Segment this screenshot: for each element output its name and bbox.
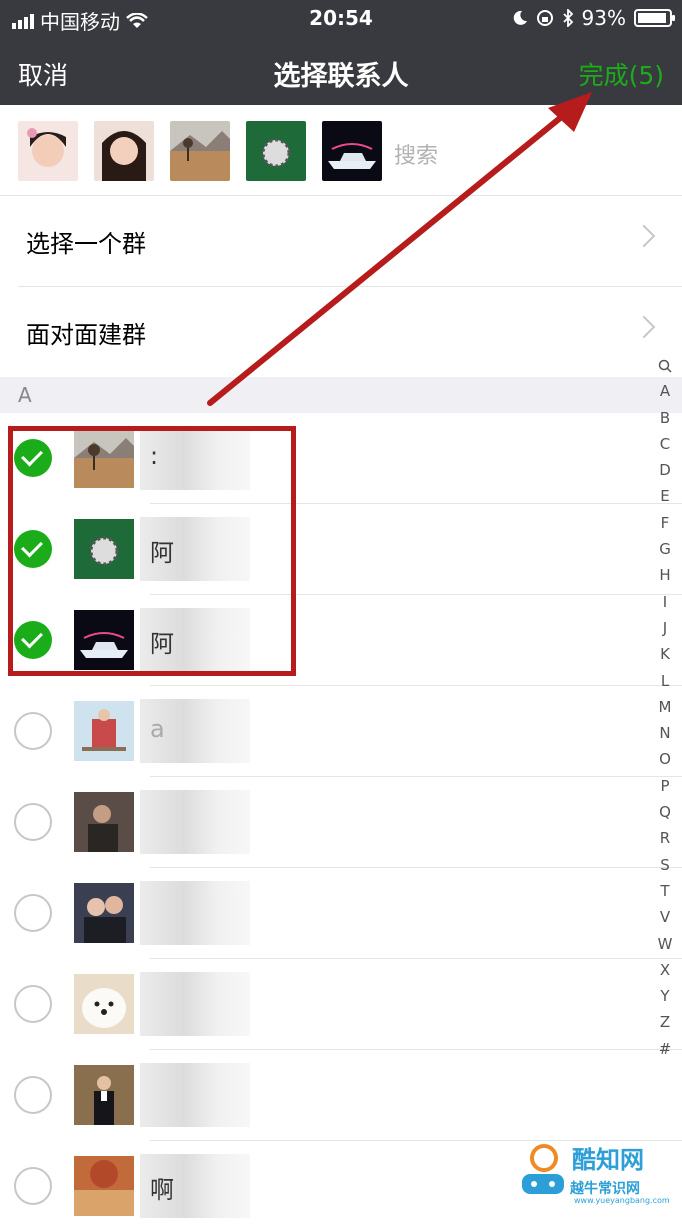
index-letter[interactable]: N bbox=[652, 720, 678, 746]
avatar bbox=[74, 883, 134, 943]
contact-name: 阿 bbox=[150, 539, 174, 567]
index-letter[interactable]: P bbox=[652, 773, 678, 799]
divider bbox=[150, 958, 682, 959]
index-letter[interactable]: X bbox=[652, 957, 678, 983]
search-icon bbox=[658, 359, 672, 373]
contact-name: : bbox=[150, 442, 159, 470]
avatar bbox=[74, 1156, 134, 1216]
index-letter[interactable]: S bbox=[652, 852, 678, 878]
avatar bbox=[74, 519, 134, 579]
contact-row[interactable]: : bbox=[0, 414, 682, 504]
checkbox-unchecked[interactable] bbox=[14, 894, 52, 932]
index-letter[interactable]: # bbox=[652, 1036, 678, 1062]
index-letter[interactable]: G bbox=[652, 536, 678, 562]
index-letter[interactable]: R bbox=[652, 825, 678, 851]
index-letter[interactable]: J bbox=[652, 615, 678, 641]
blurred-name bbox=[140, 881, 250, 945]
divider bbox=[150, 867, 682, 868]
bluetooth-icon bbox=[562, 9, 573, 27]
selected-avatar[interactable] bbox=[18, 121, 78, 181]
nav-bar: 取消 选择联系人 完成(5) bbox=[0, 36, 682, 105]
contact-row[interactable] bbox=[0, 778, 682, 868]
index-letter[interactable]: B bbox=[652, 405, 678, 431]
moon-icon bbox=[513, 10, 527, 25]
avatar bbox=[74, 1065, 134, 1125]
contact-row[interactable] bbox=[0, 869, 682, 959]
watermark-title: 酷知网 bbox=[572, 1146, 644, 1174]
index-letter[interactable]: L bbox=[652, 668, 678, 694]
index-letter[interactable]: A bbox=[652, 378, 678, 404]
avatar bbox=[74, 974, 134, 1034]
checkbox-unchecked[interactable] bbox=[14, 985, 52, 1023]
blurred-name bbox=[140, 790, 250, 854]
contact-name: 阿 bbox=[150, 630, 174, 658]
index-search-icon[interactable] bbox=[652, 352, 678, 378]
index-letter[interactable]: Z bbox=[652, 1009, 678, 1035]
index-letter[interactable]: M bbox=[652, 694, 678, 720]
index-letter[interactable]: O bbox=[652, 746, 678, 772]
face-to-face-group-row[interactable]: 面对面建群 bbox=[0, 287, 682, 377]
index-letter[interactable]: Y bbox=[652, 983, 678, 1009]
chevron-right-icon bbox=[632, 224, 656, 248]
done-button[interactable]: 完成(5) bbox=[579, 56, 664, 92]
alphabet-index[interactable]: A B C D E F G H I J K L M N O P Q R S T … bbox=[652, 352, 678, 1062]
selected-contacts-bar: 搜索 bbox=[0, 105, 682, 196]
menu-label: 面对面建群 bbox=[26, 321, 146, 349]
index-letter[interactable]: E bbox=[652, 483, 678, 509]
checkbox-checked[interactable] bbox=[14, 439, 52, 477]
divider bbox=[150, 776, 682, 777]
avatar bbox=[74, 701, 134, 761]
contact-row[interactable]: 阿 bbox=[0, 596, 682, 686]
divider bbox=[150, 594, 682, 595]
status-bar: 中国移动 20:54 93% bbox=[0, 0, 682, 36]
checkbox-unchecked[interactable] bbox=[14, 803, 52, 841]
index-letter[interactable]: K bbox=[652, 641, 678, 667]
contact-name: 啊 bbox=[150, 1176, 174, 1204]
index-letter[interactable]: C bbox=[652, 431, 678, 457]
selected-avatar[interactable] bbox=[322, 121, 382, 181]
checkbox-unchecked[interactable] bbox=[14, 1076, 52, 1114]
battery-icon bbox=[634, 9, 675, 27]
section-letter: A bbox=[18, 383, 32, 407]
avatar bbox=[74, 428, 134, 488]
index-letter[interactable]: H bbox=[652, 562, 678, 588]
watermark-subtitle: 越牛常识网 bbox=[570, 1181, 640, 1197]
selected-avatar[interactable] bbox=[246, 121, 306, 181]
index-letter[interactable]: D bbox=[652, 457, 678, 483]
index-letter[interactable]: I bbox=[652, 589, 678, 615]
section-header: A bbox=[0, 377, 682, 413]
watermark-url: www.yueyangbang.com bbox=[574, 1196, 670, 1205]
contact-name: a bbox=[150, 715, 165, 743]
watermark-logo: 酷知网 越牛常识网 www.yueyangbang.com bbox=[514, 1138, 674, 1205]
search-input[interactable]: 搜索 bbox=[394, 138, 438, 170]
avatar bbox=[74, 610, 134, 670]
index-letter[interactable]: W bbox=[652, 931, 678, 957]
battery-percent: 93% bbox=[581, 6, 626, 30]
index-letter[interactable]: V bbox=[652, 904, 678, 930]
blurred-name bbox=[140, 1063, 250, 1127]
contact-row[interactable] bbox=[0, 960, 682, 1050]
selected-avatar[interactable] bbox=[94, 121, 154, 181]
robot-logo-icon bbox=[522, 1144, 564, 1194]
divider bbox=[150, 1049, 682, 1050]
blurred-name bbox=[140, 972, 250, 1036]
divider bbox=[150, 685, 682, 686]
select-group-row[interactable]: 选择一个群 bbox=[0, 196, 682, 286]
checkbox-unchecked[interactable] bbox=[14, 1167, 52, 1205]
contact-row[interactable]: a bbox=[0, 687, 682, 777]
contact-row[interactable] bbox=[0, 1051, 682, 1141]
checkbox-checked[interactable] bbox=[14, 530, 52, 568]
avatar bbox=[74, 792, 134, 852]
checkbox-unchecked[interactable] bbox=[14, 712, 52, 750]
divider bbox=[150, 503, 682, 504]
contact-row[interactable]: 阿 bbox=[0, 505, 682, 595]
selected-avatar[interactable] bbox=[170, 121, 230, 181]
index-letter[interactable]: Q bbox=[652, 799, 678, 825]
index-letter[interactable]: F bbox=[652, 510, 678, 536]
rotation-lock-icon bbox=[536, 10, 553, 26]
index-letter[interactable]: T bbox=[652, 878, 678, 904]
checkbox-checked[interactable] bbox=[14, 621, 52, 659]
menu-label: 选择一个群 bbox=[26, 230, 146, 258]
chevron-right-icon bbox=[632, 315, 656, 339]
